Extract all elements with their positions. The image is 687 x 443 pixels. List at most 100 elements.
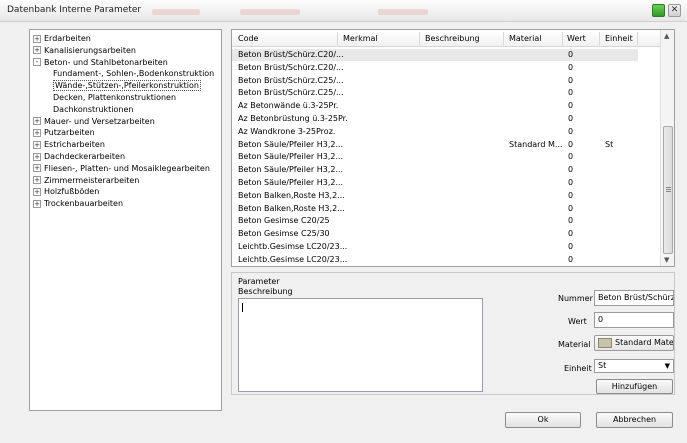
close-icon: ✕ <box>670 5 679 15</box>
material-button[interactable]: Standard Materi <box>594 335 674 351</box>
expand-icon[interactable]: + <box>33 164 41 173</box>
table-row[interactable]: Beton Brüst/Schürz.C20/... 0 <box>232 62 638 74</box>
tree-item-label: Kanalisierungsarbeiten <box>44 45 136 55</box>
cell-code: Beton Säule/Pfeiler H3,2... <box>238 139 344 149</box>
cell-code: Beton Säule/Pfeiler H3,2... <box>238 165 344 175</box>
header-merkmal[interactable]: Merkmal <box>343 34 378 43</box>
expand-icon[interactable]: + <box>33 176 41 185</box>
cell-code: Az Betonbrüstung ü.3-25Pr. <box>238 114 348 123</box>
tree-item[interactable]: Fundament-, Sohlen-,Bodenkonstruktion <box>53 68 214 79</box>
table-row[interactable]: Beton Balken,Roste H3,2... 0 <box>232 190 638 202</box>
tree-item[interactable]: Decken, Plattenkonstruktionen <box>53 92 176 103</box>
tree-item-label: Erdarbeiten <box>44 34 91 43</box>
table-row[interactable]: Az Wandkrone 3-25Proz. 0 <box>232 126 638 138</box>
expand-icon[interactable]: + <box>33 34 41 43</box>
tree-item[interactable]: + Mauer- und Versetzarbeiten <box>33 116 155 127</box>
tree-item[interactable]: + Putzarbeiten <box>33 127 95 138</box>
close-button[interactable]: ✕ <box>668 4 681 17</box>
tree-item-label: Trockenbauarbeiten <box>44 199 124 209</box>
cell-wert: 0 <box>568 242 574 251</box>
header-beschreibung[interactable]: Beschreibung <box>425 34 480 43</box>
table-row[interactable]: Az Betonwände ü.3-25Pr. 0 <box>232 100 638 112</box>
cell-code: Beton Brüst/Schürz.C25/... <box>238 75 344 85</box>
expand-icon[interactable]: + <box>33 140 41 149</box>
tree-item[interactable]: + Estricharbeiten <box>33 139 105 150</box>
table-row[interactable]: Az Betonbrüstung ü.3-25Pr. 0 <box>232 113 638 125</box>
cell-code: Beton Säule/Pfeiler H3,2... <box>238 152 344 162</box>
table-row[interactable]: Leichtb.Gesimse LC20/23... 0 <box>232 254 638 266</box>
table-row[interactable]: Beton Säule/Pfeiler H3,2... 0 <box>232 177 638 189</box>
expand-icon[interactable]: + <box>33 187 41 196</box>
tree-item-label: Estricharbeiten <box>44 140 105 150</box>
tree-item[interactable]: + Kanalisierungsarbeiten <box>33 45 136 56</box>
table-row[interactable]: Leichtb.Gesimse LC20/23... 0 <box>232 241 638 253</box>
table-row[interactable]: Beton Gesimse C20/25 0 <box>232 215 638 227</box>
tree-item-label: Dachkonstruktionen <box>53 104 134 114</box>
einheit-select[interactable]: St ▼ <box>594 359 674 373</box>
tree-item[interactable]: Wände-,Stützen-,Pfeilerkonstruktion <box>53 80 201 92</box>
cell-wert: 0 <box>568 62 574 72</box>
category-tree[interactable]: + Erdarbeiten + Kanalisierungsarbeiten - Beto… <box>29 29 222 411</box>
table-row[interactable]: Beton Gesimse C25/30 0 <box>232 228 638 240</box>
cancel-button[interactable]: Abbrechen <box>596 412 673 428</box>
title-bar: Datenbank Interne Parameter ✕ <box>0 0 687 22</box>
cell-code: Beton Brüst/Schürz.C20/... <box>238 50 344 59</box>
tree-item-label: Wände-,Stützen-,Pfeilerkonstruktion <box>53 80 201 92</box>
collapse-icon[interactable]: - <box>33 58 41 67</box>
tree-item[interactable]: Dachkonstruktionen <box>53 104 133 115</box>
cell-einheit: St <box>605 139 614 149</box>
expand-icon[interactable]: + <box>33 152 41 161</box>
tree-item-label: Beton- und Stahlbetonarbeiten <box>44 57 168 67</box>
wert-field[interactable]: 0 <box>594 312 674 328</box>
table-row[interactable]: Beton Säule/Pfeiler H3,2... 0 <box>232 151 638 163</box>
scroll-thumb[interactable] <box>663 126 673 254</box>
cell-wert: 0 <box>568 190 574 200</box>
tree-item[interactable]: - Beton- und Stahlbetonarbeiten <box>33 57 168 68</box>
header-code[interactable]: Code <box>238 34 258 43</box>
tree-item[interactable]: + Trockenbauarbeiten <box>33 198 123 209</box>
scroll-up-icon[interactable]: ▲ <box>664 32 669 40</box>
cell-wert: 0 <box>568 152 574 162</box>
expand-icon[interactable]: + <box>33 128 41 137</box>
header-einheit[interactable]: Einheit <box>605 34 633 43</box>
cell-code: Leichtb.Gesimse LC20/23... <box>238 242 348 251</box>
expand-icon[interactable]: + <box>33 46 41 55</box>
tree-item[interactable]: + Fliesen-, Platten- und Mosaiklegearbeit… <box>33 163 210 174</box>
table-row[interactable]: Beton Brüst/Schürz.C20/... 0 <box>232 49 638 61</box>
tree-item-label: Zimmermeisterarbeiten <box>44 175 140 185</box>
table-row[interactable]: Beton Brüst/Schürz.C25/... 0 <box>232 75 638 87</box>
table-row[interactable]: Beton Säule/Pfeiler H3,2... Standard M...… <box>232 139 638 151</box>
cell-code: Leichtb.Gesimse LC20/23... <box>238 254 348 264</box>
wert-label: Wert <box>568 317 587 326</box>
title-blur <box>378 9 428 15</box>
beschreibung-textarea[interactable] <box>238 298 483 392</box>
nummer-field[interactable]: Beton Brüst/Schürz.C <box>594 290 674 306</box>
add-button[interactable]: Hinzufügen <box>596 379 673 394</box>
cell-wert: 0 <box>568 88 574 98</box>
table-row[interactable]: Beton Balken,Roste H3,2... 0 <box>232 203 638 215</box>
title-blur <box>240 9 300 15</box>
beschreibung-label: Beschreibung <box>238 287 293 296</box>
cell-wert: 0 <box>568 229 574 239</box>
table-row[interactable]: Beton Brüst/Schürz.C25/... 0 <box>232 87 638 99</box>
expand-icon[interactable]: + <box>33 199 41 208</box>
table-row[interactable]: Beton Säule/Pfeiler H3,2... 0 <box>232 164 638 176</box>
nummer-label: Nummer <box>558 294 593 303</box>
header-material[interactable]: Material <box>509 34 542 43</box>
tree-item-label: Mauer- und Versetzarbeiten <box>44 116 155 126</box>
table-scrollbar[interactable]: ▲ ▼ <box>660 30 674 266</box>
tree-item[interactable]: + Holzfußböden <box>33 186 99 197</box>
tree-item-label: Dachdeckerarbeiten <box>44 152 126 161</box>
cell-code: Beton Balken,Roste H3,2... <box>238 190 345 200</box>
tree-item[interactable]: + Zimmermeisterarbeiten <box>33 175 139 186</box>
tree-item-label: Fundament-, Sohlen-,Bodenkonstruktion <box>53 69 215 79</box>
tree-item[interactable]: + Erdarbeiten <box>33 33 91 44</box>
ok-button[interactable]: Ok <box>505 412 581 428</box>
header-wert[interactable]: Wert <box>567 34 586 43</box>
tree-item-label: Putzarbeiten <box>44 128 95 138</box>
tree-item[interactable]: + Dachdeckerarbeiten <box>33 151 125 162</box>
parameter-table[interactable]: Code Merkmal Beschreibung Material Wert … <box>231 29 675 267</box>
maximize-button[interactable] <box>652 4 665 17</box>
scroll-down-icon[interactable]: ▼ <box>664 256 669 264</box>
expand-icon[interactable]: + <box>33 117 41 126</box>
